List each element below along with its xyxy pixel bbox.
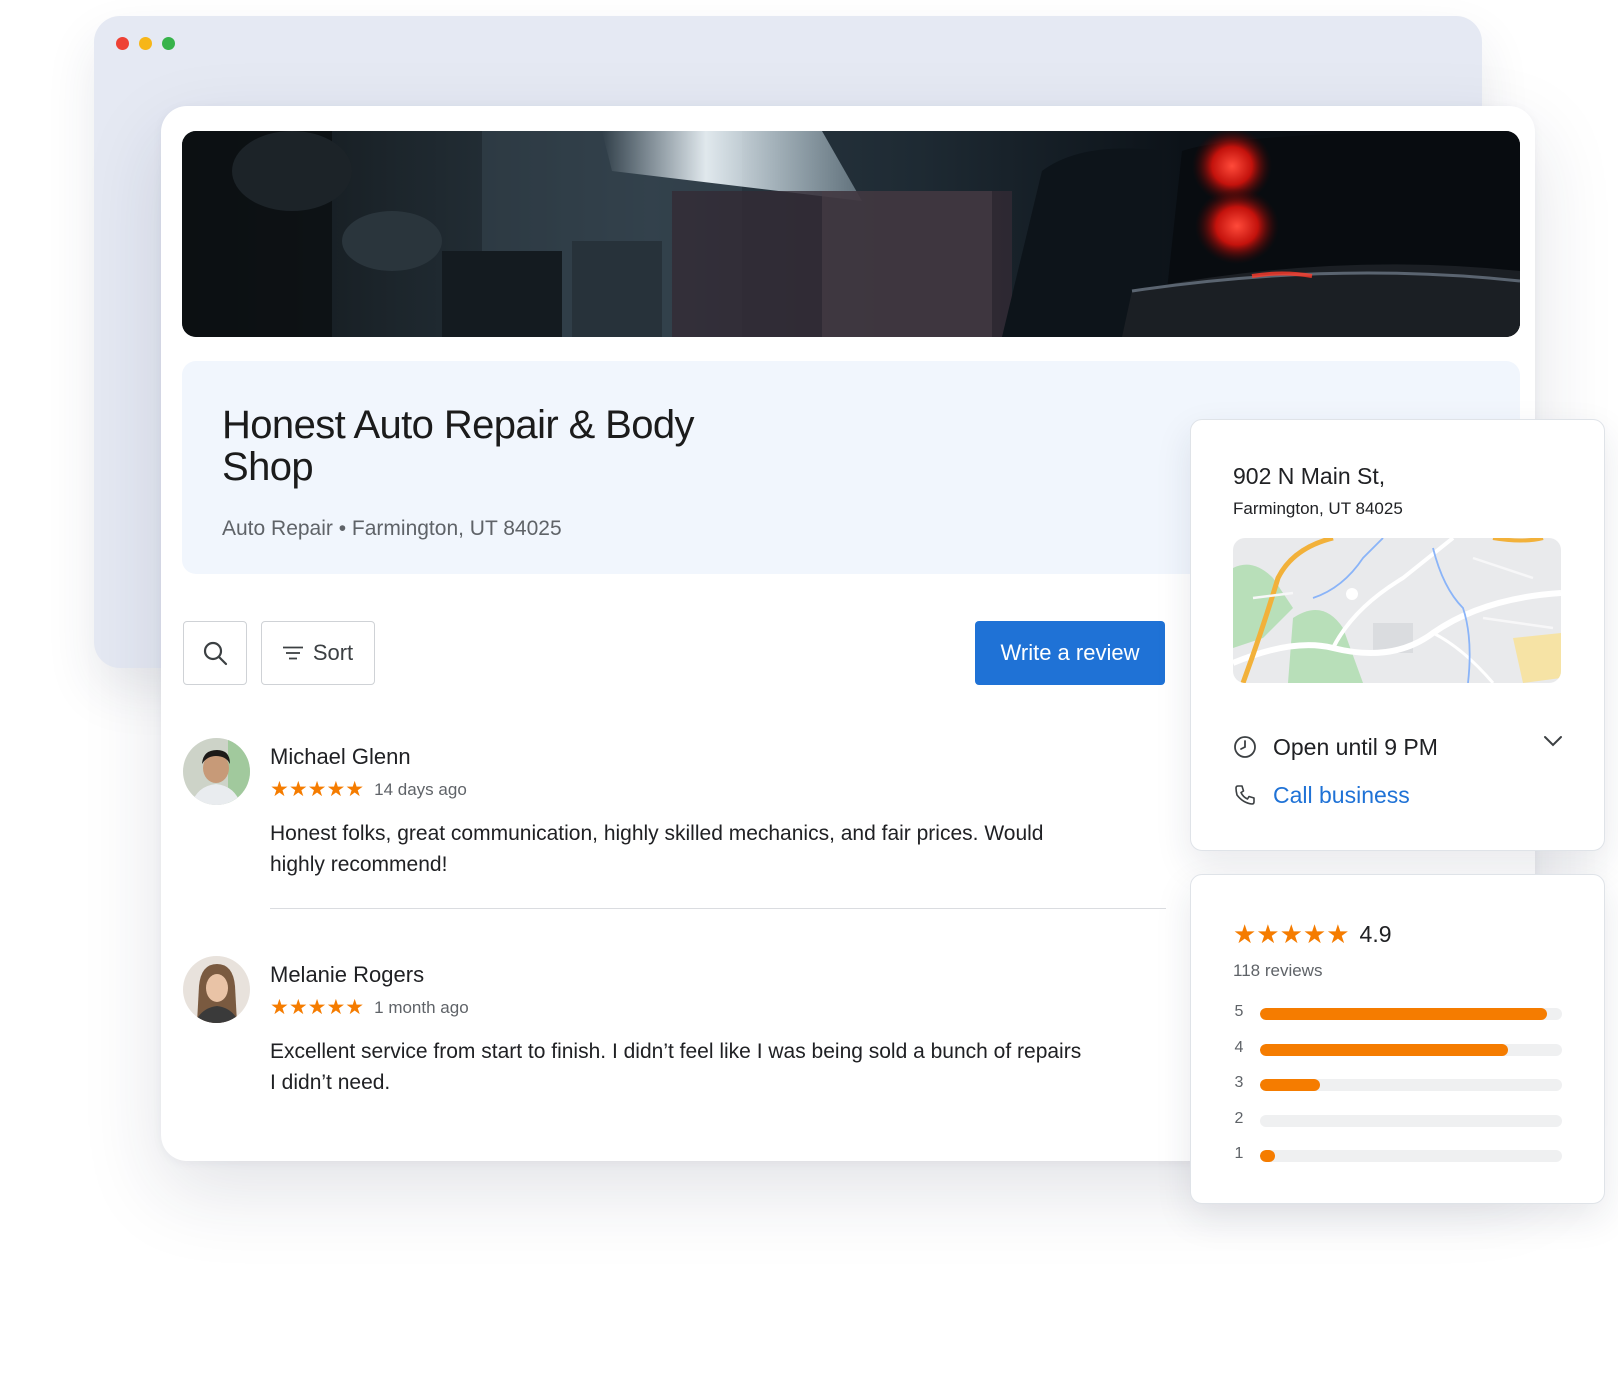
rating-bar-label: 5	[1234, 1003, 1244, 1020]
rating-bar-fill	[1260, 1079, 1321, 1091]
rating-bar-fill	[1260, 1150, 1276, 1162]
rating-bar-fill	[1260, 1008, 1547, 1020]
rating-bar-label: 4	[1234, 1038, 1244, 1056]
address-city: Farmington, UT 84025	[1233, 499, 1403, 518]
hours-dropdown[interactable]: Open until 9 PM	[1233, 730, 1563, 764]
business-info-card: 902 N Main St, Farmington, UT 84025 Open…	[1190, 419, 1605, 851]
rating-bar-track	[1260, 1008, 1562, 1020]
rating-bar-track	[1260, 1043, 1562, 1056]
window-close-dot[interactable]	[116, 37, 129, 50]
rating-bar-track	[1260, 1114, 1562, 1127]
rating-bar-label: 3	[1234, 1074, 1244, 1091]
hero-image	[182, 131, 1520, 337]
search-icon	[203, 641, 228, 666]
hours-label: Open until 9 PM	[1273, 733, 1438, 760]
review-divider	[270, 908, 1166, 909]
review-text: Excellent service from start to finish. …	[270, 1040, 1082, 1094]
address-street: 902 N Main St,	[1233, 463, 1386, 489]
rating-bar-row: 5	[1233, 1000, 1563, 1036]
reviewer-name: Melanie Rogers	[270, 962, 425, 987]
star-rating: ★★★★★	[270, 996, 365, 1019]
write-review-button[interactable]: Write a review	[975, 621, 1165, 685]
rating-bar-row: 2	[1233, 1107, 1563, 1143]
rating-distribution: 5 4 3 2 1	[1233, 1000, 1563, 1178]
rating-header: ★★★★★ 4.9	[1233, 919, 1392, 950]
star-rating: ★★★★★	[270, 778, 365, 801]
review-meta: ★★★★★ 14 days ago	[270, 777, 467, 802]
reviewer-avatar	[183, 738, 250, 805]
location-map[interactable]	[1233, 538, 1561, 683]
window-minimize-dot[interactable]	[139, 37, 152, 50]
clock-icon	[1234, 736, 1256, 758]
overall-star-rating: ★★★★★	[1233, 919, 1350, 949]
business-name: Honest Auto Repair & Body Shop	[222, 403, 695, 489]
phone-icon	[1235, 785, 1255, 805]
call-business-link[interactable]: Call business	[1233, 778, 1410, 812]
review-date: 14 days ago	[374, 779, 467, 799]
business-category-location: Auto Repair • Farmington, UT 84025	[222, 517, 562, 540]
review-meta: ★★★★★ 1 month ago	[270, 995, 469, 1020]
review-count: 118 reviews	[1233, 961, 1323, 980]
rating-bar-row: 1	[1233, 1142, 1563, 1178]
rating-bar-label: 2	[1234, 1109, 1244, 1127]
sort-lines-icon	[282, 646, 303, 660]
reviewer-avatar	[183, 956, 250, 1023]
rating-bar-fill	[1260, 1043, 1508, 1056]
call-business-label: Call business	[1273, 781, 1410, 808]
overall-rating-value: 4.9	[1359, 921, 1392, 947]
sort-label: Sort	[312, 640, 354, 665]
review-text: Honest folks, great communication, highl…	[270, 822, 1044, 876]
search-button[interactable]	[183, 621, 247, 685]
rating-bar-track	[1260, 1150, 1562, 1162]
rating-bar-row: 3	[1233, 1071, 1563, 1107]
rating-bar-row: 4	[1233, 1036, 1563, 1072]
window-maximize-dot[interactable]	[162, 37, 175, 50]
sort-button[interactable]: Sort	[261, 621, 375, 685]
chevron-down-icon	[1544, 736, 1562, 747]
reviewer-name: Michael Glenn	[270, 744, 411, 769]
rating-bar-track	[1260, 1079, 1562, 1091]
review-date: 1 month ago	[374, 997, 469, 1017]
rating-summary-card: ★★★★★ 4.9 118 reviews 5 4 3 2 1	[1190, 874, 1605, 1204]
rating-bar-label: 1	[1234, 1145, 1244, 1162]
